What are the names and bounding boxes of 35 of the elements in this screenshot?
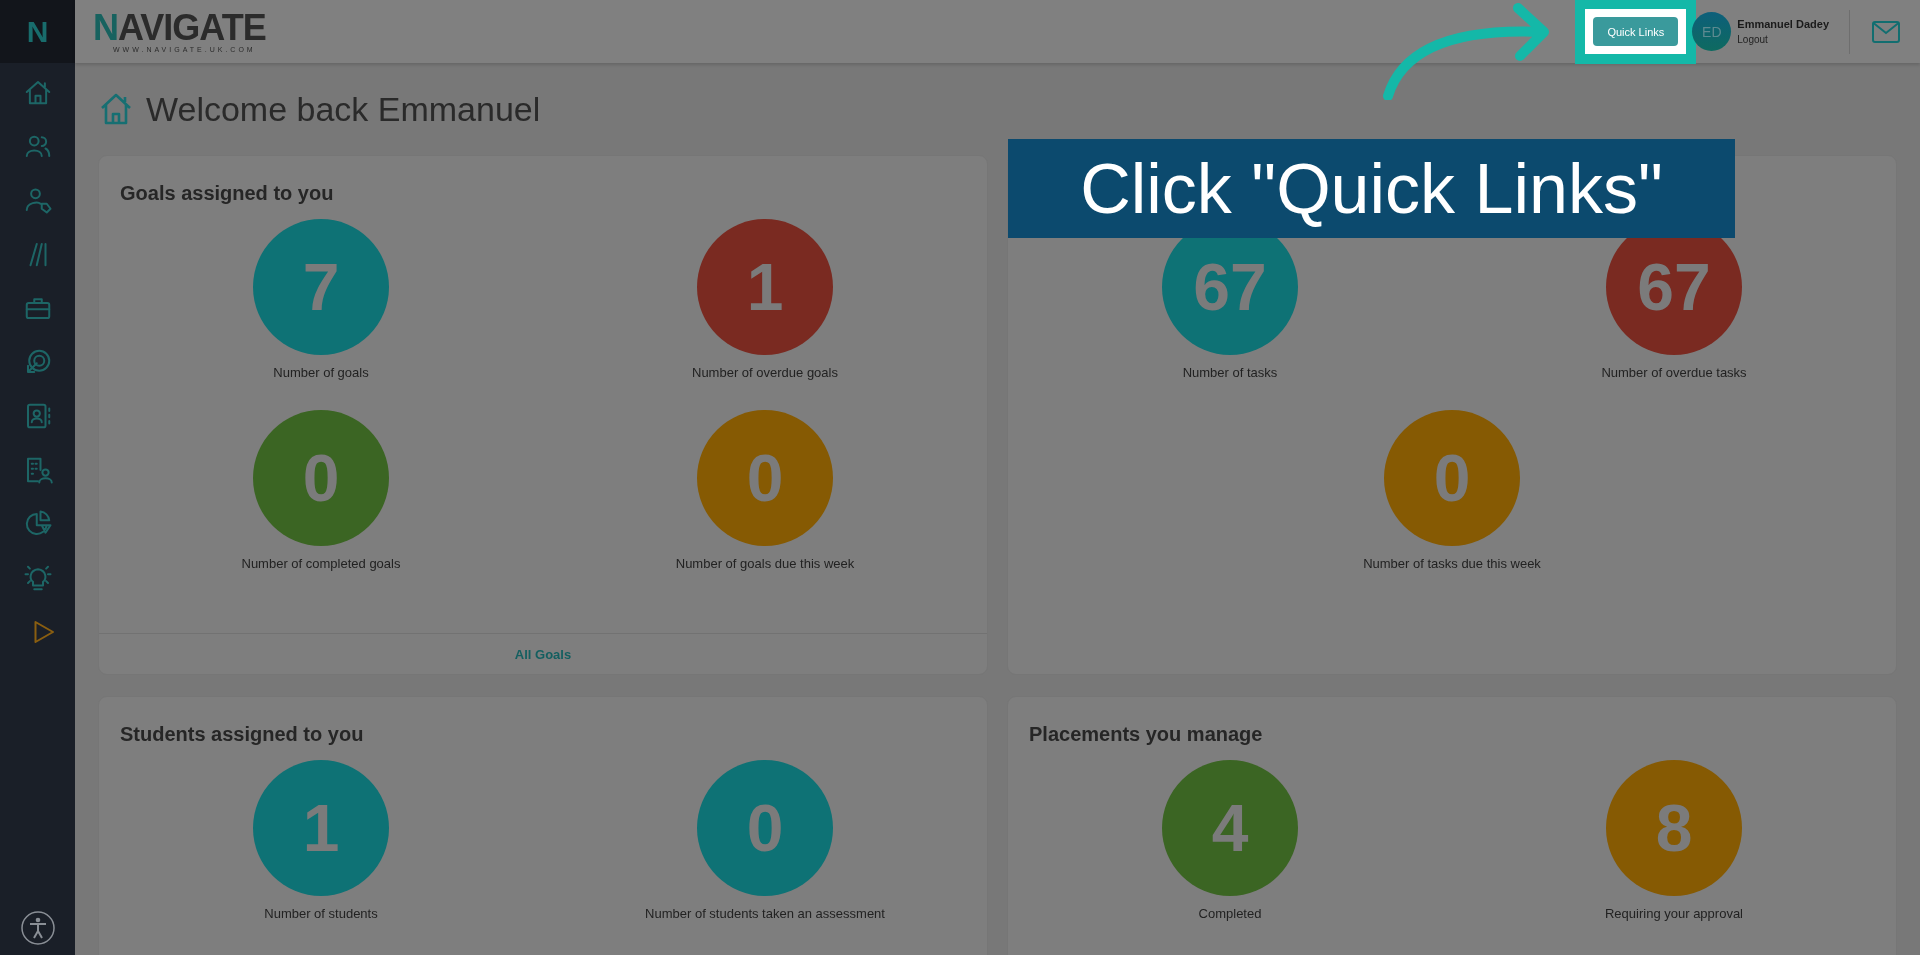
logout-link[interactable]: Logout: [1737, 34, 1829, 45]
stat-label: Number of completed goals: [241, 556, 401, 571]
user-name: Emmanuel Dadey: [1737, 18, 1829, 30]
stat-label: Completed: [1198, 906, 1262, 921]
card-title: Students assigned to you: [120, 723, 365, 746]
stat-label: Number of goals: [273, 365, 369, 380]
quick-links-button[interactable]: Quick Links: [1593, 17, 1679, 46]
user-avatar[interactable]: ED: [1692, 12, 1732, 51]
stat-circle: 1: [697, 219, 833, 355]
logo-text: NAVIGATE: [93, 10, 266, 46]
stat-circle: 0: [253, 410, 389, 546]
stat-label: Number of students taken an assessment: [645, 906, 885, 921]
stat-circle: 0: [1384, 410, 1520, 546]
all-goals-link[interactable]: All Goals: [514, 646, 572, 662]
page-title: Welcome back Emmanuel: [146, 89, 541, 129]
stat-label: Number of tasks due this week: [1363, 556, 1541, 571]
stat-label: Number of overdue tasks: [1601, 365, 1747, 380]
stat-circle: 0: [697, 410, 833, 546]
stat-label: Number of overdue goals: [692, 365, 838, 380]
stat-circle: 1: [253, 760, 389, 896]
stat-circle: 4: [1162, 760, 1298, 896]
accessibility-icon[interactable]: [20, 911, 55, 945]
stat-label: Number of students: [264, 906, 378, 921]
card-title: Goals assigned to you: [120, 182, 335, 205]
stat-label: Number of tasks: [1182, 365, 1278, 380]
lightbulb-icon[interactable]: [22, 563, 53, 593]
stat-label: Requiring your approval: [1605, 906, 1743, 921]
callout-banner: Click "Quick Links": [1008, 139, 1735, 238]
mail-icon[interactable]: [1872, 20, 1900, 43]
stat-label: Number of goals due this week: [675, 556, 855, 571]
stat-circle: 8: [1606, 760, 1742, 896]
stat-circle: 0: [697, 760, 833, 896]
stat-circle: 7: [253, 219, 389, 355]
card-title: Placements you manage: [1029, 723, 1264, 746]
app-logo[interactable]: N: [0, 0, 75, 63]
